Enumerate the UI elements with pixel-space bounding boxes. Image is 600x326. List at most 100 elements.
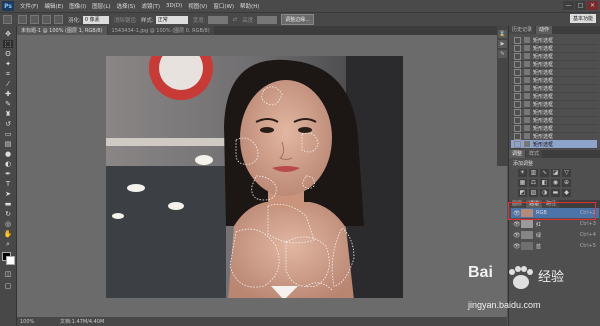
swap-icon[interactable]: ⇄ xyxy=(233,17,238,23)
shape-tool-icon[interactable]: ▬ xyxy=(3,200,13,208)
history-brush-source-checkbox[interactable] xyxy=(514,132,521,140)
eye-icon[interactable]: 👁 xyxy=(513,243,521,250)
eraser-tool-icon[interactable]: ▭ xyxy=(3,130,13,138)
menu-select[interactable]: 选择(S) xyxy=(114,2,139,10)
eye-icon[interactable]: 👁 xyxy=(513,221,521,228)
menu-help[interactable]: 帮助(H) xyxy=(237,2,262,10)
hue-saturation-icon[interactable]: ▦ xyxy=(518,179,527,187)
history-brush-source-checkbox[interactable] xyxy=(514,52,521,60)
tab-styles[interactable]: 样式 xyxy=(526,150,543,158)
actions-panel-icon[interactable]: ▶ xyxy=(498,40,507,48)
intersect-selection-icon[interactable] xyxy=(54,15,63,24)
menu-layer[interactable]: 图层(L) xyxy=(89,2,113,10)
feather-input[interactable]: 0 像素 xyxy=(82,15,109,24)
menu-view[interactable]: 视图(V) xyxy=(185,2,210,10)
3d-camera-icon[interactable]: ◎ xyxy=(3,220,13,228)
clone-stamp-icon[interactable]: ♜ xyxy=(3,110,13,118)
width-input[interactable] xyxy=(207,15,228,24)
dodge-tool-icon[interactable]: ◐ xyxy=(3,160,13,168)
history-brush-source-checkbox[interactable] xyxy=(514,92,521,100)
background-color-swatch[interactable] xyxy=(6,256,15,265)
height-input[interactable] xyxy=(257,15,278,24)
menu-edit[interactable]: 编辑(E) xyxy=(41,2,66,10)
eye-icon[interactable]: 👁 xyxy=(513,232,521,239)
menu-file[interactable]: 文件(F) xyxy=(17,2,41,10)
marquee-tool-icon[interactable]: ⬚ xyxy=(3,40,13,48)
channel-row[interactable]: 👁 绿 Ctrl+4 xyxy=(511,230,599,240)
3d-rotate-icon[interactable]: ↻ xyxy=(3,210,13,218)
document-image[interactable] xyxy=(106,56,403,298)
black-white-icon[interactable]: ◧ xyxy=(540,179,549,187)
zoom-tool-icon[interactable]: ⌕ xyxy=(3,240,13,248)
document-tab[interactable]: 1543434-1.jpg @ 100% (图层 0, RGB/8) xyxy=(107,26,214,35)
channel-row[interactable]: 👁 蓝 Ctrl+5 xyxy=(511,241,599,251)
history-brush-source-checkbox[interactable] xyxy=(514,36,521,44)
new-selection-icon[interactable] xyxy=(18,15,27,24)
brushes-panel-icon[interactable]: ✎ xyxy=(498,50,507,58)
magic-wand-icon[interactable]: ✦ xyxy=(3,60,13,68)
channel-row[interactable]: 👁 红 Ctrl+3 xyxy=(511,219,599,229)
gradient-map-icon[interactable]: ▬ xyxy=(551,189,560,197)
blur-tool-icon[interactable]: ● xyxy=(3,150,13,158)
refine-edge-button[interactable]: 调整边缘... xyxy=(281,14,314,25)
move-tool-icon[interactable]: ✥ xyxy=(3,30,13,38)
invert-icon[interactable]: ◩ xyxy=(518,189,527,197)
zoom-level[interactable]: 100% xyxy=(20,319,40,325)
history-brush-source-checkbox[interactable] xyxy=(514,68,521,76)
channel-thumbnail xyxy=(521,231,533,239)
color-balance-icon[interactable]: ⚖ xyxy=(529,179,538,187)
brush-tool-icon[interactable]: ✎ xyxy=(3,100,13,108)
photo-filter-icon[interactable]: ◉ xyxy=(551,179,560,187)
antialias-checkbox[interactable]: 消除锯齿 xyxy=(114,16,136,24)
history-brush-source-checkbox[interactable] xyxy=(514,100,521,108)
gradient-tool-icon[interactable]: ▤ xyxy=(3,140,13,148)
history-brush-source-checkbox[interactable] xyxy=(514,44,521,52)
history-panel-icon[interactable]: ⌛ xyxy=(498,30,507,38)
history-brush-source-checkbox[interactable] xyxy=(514,124,521,132)
minimize-button[interactable]: — xyxy=(563,1,574,10)
screen-mode-icon[interactable]: ▢ xyxy=(3,282,13,290)
menu-filter[interactable]: 滤镜(T) xyxy=(138,2,163,10)
path-select-icon[interactable]: ➤ xyxy=(3,190,13,198)
history-brush-source-checkbox[interactable] xyxy=(514,76,521,84)
maximize-button[interactable]: □ xyxy=(575,1,586,10)
lasso-tool-icon[interactable]: ʘ xyxy=(3,50,13,58)
pen-tool-icon[interactable]: ✒ xyxy=(3,170,13,178)
history-brush-icon[interactable]: ↺ xyxy=(3,120,13,128)
hand-tool-icon[interactable]: ✋ xyxy=(3,230,13,238)
type-tool-icon[interactable]: T xyxy=(3,180,13,188)
menu-3d[interactable]: 3D(D) xyxy=(163,3,185,9)
marquee-step-icon xyxy=(524,101,530,107)
history-brush-source-checkbox[interactable] xyxy=(514,108,521,116)
vibrance-icon[interactable]: ▽ xyxy=(562,169,571,177)
healing-brush-icon[interactable]: ✚ xyxy=(3,90,13,98)
eyedropper-icon[interactable]: ⁄ xyxy=(3,80,13,88)
quick-mask-icon[interactable]: ◫ xyxy=(3,270,13,278)
tab-actions[interactable]: 动作 xyxy=(536,26,553,34)
posterize-icon[interactable]: ▨ xyxy=(529,189,538,197)
workspace-switcher[interactable]: 基本功能 xyxy=(569,14,596,23)
brightness-icon[interactable]: ☀ xyxy=(518,169,527,177)
menu-window[interactable]: 窗口(W) xyxy=(210,2,237,10)
close-button[interactable]: ✕ xyxy=(587,1,598,10)
tab-adjustments[interactable]: 调整 xyxy=(509,150,526,158)
document-tab-active[interactable]: 未标题-1 @ 100% (图层 1, RGB/8) xyxy=(17,26,107,35)
history-brush-source-checkbox[interactable] xyxy=(514,84,521,92)
history-brush-source-checkbox[interactable] xyxy=(514,116,521,124)
marquee-tool-preset-icon[interactable] xyxy=(3,15,12,24)
tab-history[interactable]: 历史记录 xyxy=(509,26,536,34)
levels-icon[interactable]: ▥ xyxy=(529,169,538,177)
add-selection-icon[interactable] xyxy=(30,15,39,24)
style-select[interactable]: 正常 xyxy=(155,15,188,24)
history-brush-source-checkbox[interactable] xyxy=(514,140,521,148)
curves-icon[interactable]: ∿ xyxy=(540,169,549,177)
exposure-icon[interactable]: ◪ xyxy=(551,169,560,177)
history-step[interactable]: 矩形选框 xyxy=(511,140,597,149)
threshold-icon[interactable]: ◑ xyxy=(540,189,549,197)
selective-color-icon[interactable]: ◆ xyxy=(562,189,571,197)
history-brush-source-checkbox[interactable] xyxy=(514,60,521,68)
subtract-selection-icon[interactable] xyxy=(42,15,51,24)
channel-mixer-icon[interactable]: ⊕ xyxy=(562,179,571,187)
menu-image[interactable]: 图像(I) xyxy=(66,2,89,10)
crop-tool-icon[interactable]: ⌗ xyxy=(3,70,13,78)
